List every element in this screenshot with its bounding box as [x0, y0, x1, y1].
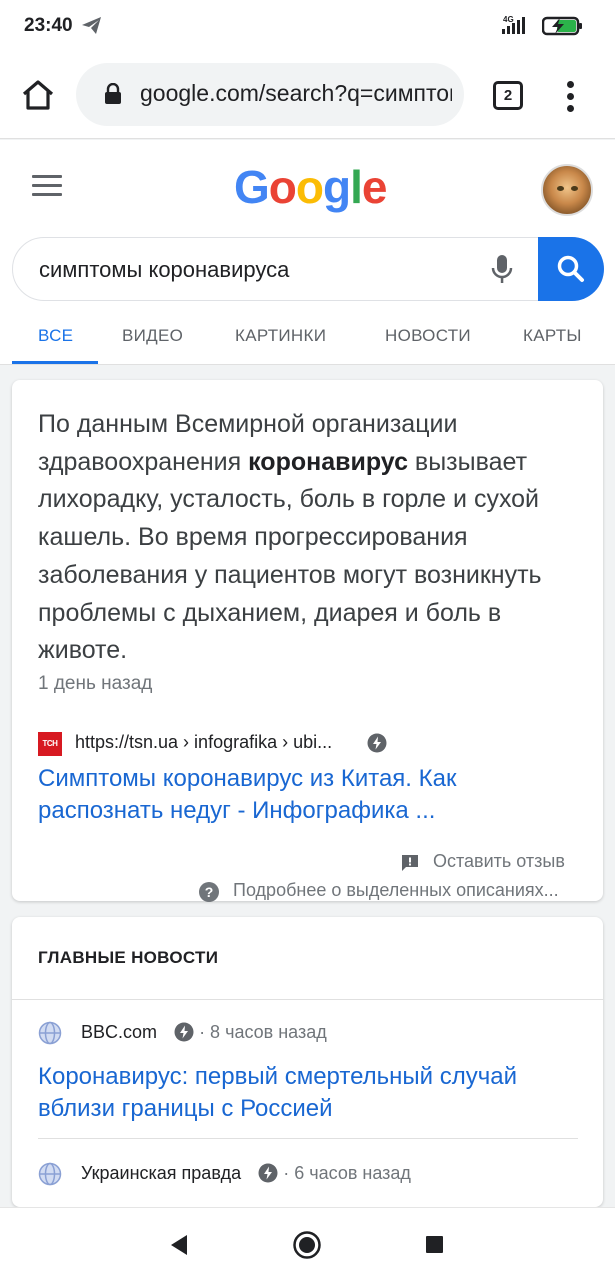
tab-maps[interactable]: КАРТЫ	[523, 326, 582, 346]
svg-text:4G: 4G	[503, 15, 514, 24]
svg-text:?: ?	[205, 884, 214, 900]
search-input[interactable]: симптомы коронавируса	[39, 257, 289, 283]
about-featured-snippets-link[interactable]: ? Подробнее о выделенных описаниях...	[198, 880, 559, 902]
news-title-link[interactable]: Коронавирус: первый смертельный случай в…	[38, 1061, 578, 1125]
top-news-card: ГЛАВНЫЕ НОВОСТИ BBC.com · 8 часов назад …	[12, 917, 603, 1207]
tab-switcher-button[interactable]: 2	[493, 81, 523, 110]
mic-icon[interactable]	[489, 253, 515, 287]
overflow-menu-icon[interactable]	[563, 79, 579, 115]
globe-icon	[38, 1021, 62, 1045]
status-time: 23:40	[24, 15, 73, 36]
source-url[interactable]: https://tsn.ua › infografika › ubi...	[75, 732, 332, 753]
news-source: Украинская правда	[81, 1163, 242, 1183]
google-logo-letter: l	[350, 161, 363, 213]
system-nav-bar	[0, 1207, 615, 1280]
tab-all[interactable]: ВСЕ	[38, 326, 73, 346]
amp-lightning-icon	[258, 1163, 278, 1183]
tsn-favicon: ТСН	[38, 732, 62, 756]
recents-icon[interactable]	[426, 1236, 443, 1253]
tab-news[interactable]: НОВОСТИ	[385, 326, 471, 346]
back-icon[interactable]	[170, 1234, 188, 1256]
feedback-link[interactable]: Оставить отзыв	[400, 851, 565, 872]
address-bar[interactable]: google.com/search?q=симптомы	[76, 63, 464, 126]
url-text: google.com/search?q=симптомы	[140, 80, 452, 106]
telegram-send-icon	[82, 17, 101, 34]
signal-icon: 4G	[502, 15, 525, 34]
news-source-line: Украинская правда · 6 часов назад	[81, 1163, 411, 1184]
search-icon	[557, 255, 584, 282]
google-logo-letter: o	[295, 161, 324, 213]
browser-toolbar: google.com/search?q=симптомы 2	[0, 55, 615, 139]
google-header: Google симптомы коронавируса ВСЕ ВИДЕО К…	[0, 140, 615, 365]
snippet-highlight: коронавирус	[248, 447, 408, 476]
google-logo-letter: g	[323, 161, 351, 213]
search-tabs: ВСЕ ВИДЕО КАРТИНКИ НОВОСТИ КАРТЫ	[0, 320, 615, 365]
featured-snippet-card: По данным Всемирной организации здравоох…	[12, 380, 603, 902]
tab-images[interactable]: КАРТИНКИ	[235, 326, 326, 346]
search-box: симптомы коронавируса	[12, 237, 604, 301]
globe-icon	[38, 1162, 62, 1186]
amp-lightning-icon	[174, 1022, 194, 1042]
top-news-heading: ГЛАВНЫЕ НОВОСТИ	[38, 948, 219, 967]
google-logo-letter: e	[361, 161, 388, 213]
status-bar: 23:40 4G	[0, 0, 615, 55]
feedback-label: Оставить отзыв	[433, 851, 565, 871]
hamburger-menu-icon[interactable]	[32, 175, 62, 197]
home-nav-icon[interactable]	[292, 1230, 322, 1260]
result-title-link[interactable]: Симптомы коронавирус из Китая. Как распо…	[38, 763, 578, 827]
battery-charging-icon	[542, 16, 582, 36]
google-logo-letter: o	[268, 161, 297, 213]
news-time: · 8 часов назад	[199, 1022, 327, 1042]
search-button[interactable]	[538, 237, 604, 301]
feedback-icon	[402, 855, 418, 871]
snippet-text: По данным Всемирной организации здравоох…	[38, 406, 578, 670]
avatar[interactable]	[541, 164, 593, 216]
tab-video[interactable]: ВИДЕО	[122, 326, 183, 346]
snippet-date: 1 день назад	[38, 673, 153, 694]
about-label: Подробнее о выделенных описаниях...	[233, 880, 559, 900]
snippet-text-part: вызывает лихорадку, усталость, боль в го…	[38, 447, 542, 665]
news-time: · 6 часов назад	[283, 1163, 411, 1183]
news-source: BBC.com	[81, 1022, 158, 1042]
google-logo-letter: G	[234, 161, 270, 213]
google-logo[interactable]: Google	[234, 160, 388, 214]
divider	[12, 999, 603, 1000]
active-tab-indicator	[12, 361, 98, 364]
help-icon: ?	[199, 882, 219, 902]
news-source-line: BBC.com · 8 часов назад	[81, 1022, 327, 1043]
amp-lightning-icon	[367, 733, 387, 753]
home-icon[interactable]	[18, 75, 58, 115]
divider	[38, 1138, 578, 1139]
lock-icon	[105, 83, 121, 104]
